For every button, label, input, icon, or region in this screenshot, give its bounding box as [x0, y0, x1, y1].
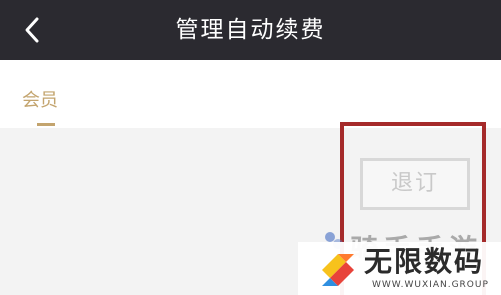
top-nav-bar: 管理自动续费 — [0, 0, 501, 60]
tab-member[interactable]: 会员 — [22, 86, 58, 112]
tab-strip: 会员 — [0, 60, 501, 128]
watermark-brand-subtext: WWW.WUXIAN.GROUP — [372, 280, 489, 290]
brand-logo-icon — [322, 254, 354, 286]
auto-renew-screen: 管理自动续费 会员 退订 骑手手游 无限数码 WWW.WUXIAN.GROUP — [0, 0, 501, 295]
page-title: 管理自动续费 — [175, 17, 326, 43]
active-tab-indicator — [37, 123, 55, 126]
watermark-brand-text: 无限数码 — [364, 245, 485, 278]
